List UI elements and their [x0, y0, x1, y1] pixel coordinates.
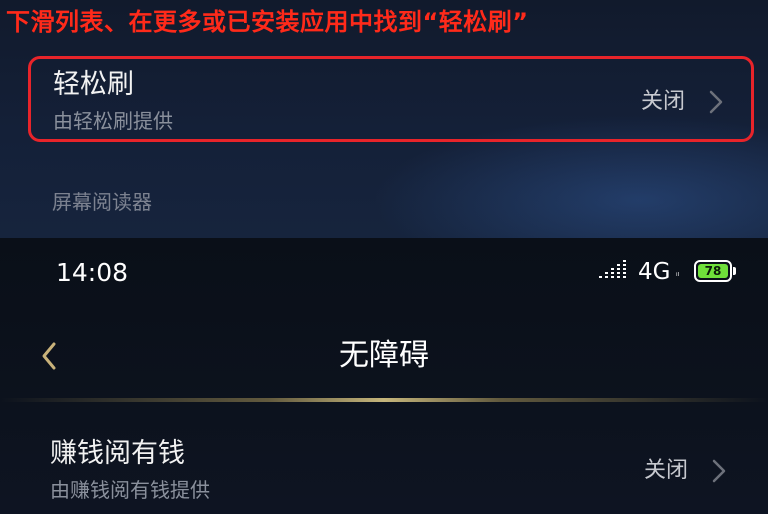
- bottom-screen: 14:08 4G ᵢₗ 78 无障碍 赚钱阅有钱 由赚钱阅有钱提供 关闭: [0, 238, 768, 510]
- row-title: 赚钱阅有钱: [50, 438, 185, 469]
- battery-fill: 78: [698, 264, 728, 278]
- nav-divider: [0, 398, 768, 402]
- network-activity: ᵢₗ: [676, 269, 680, 279]
- setting-row-qingsongshua[interactable]: 轻松刷 由轻松刷提供 关闭: [28, 56, 754, 142]
- section-header-screen-reader: 屏幕阅读器: [52, 190, 152, 214]
- battery-cap: [733, 267, 736, 275]
- row-subtitle: 由赚钱阅有钱提供: [50, 478, 210, 502]
- row-status: 关闭: [643, 458, 688, 483]
- status-time: 14:08: [56, 258, 129, 287]
- row-title: 轻松刷: [53, 69, 134, 100]
- status-bar: 14:08 4G ᵢₗ 78: [0, 238, 768, 308]
- battery-level: 78: [704, 264, 722, 278]
- chevron-right-icon: [712, 459, 726, 483]
- top-screen: 下滑列表、在更多或已安装应用中找到“轻松刷” 轻松刷 由轻松刷提供 关闭 屏幕阅…: [0, 0, 768, 238]
- chevron-right-icon: [709, 90, 723, 114]
- signal-icon: [599, 260, 626, 278]
- row-subtitle: 由轻松刷提供: [53, 109, 173, 133]
- row-status: 关闭: [640, 89, 685, 114]
- network-type: 4G: [638, 259, 671, 285]
- page-title: 无障碍: [339, 338, 429, 373]
- battery-icon: 78: [694, 260, 738, 282]
- setting-row-zhuanqian[interactable]: 赚钱阅有钱 由赚钱阅有钱提供 关闭: [28, 428, 754, 514]
- instruction-banner: 下滑列表、在更多或已安装应用中找到“轻松刷”: [6, 8, 529, 36]
- battery-body: 78: [694, 260, 732, 282]
- nav-bar: 无障碍: [0, 322, 768, 392]
